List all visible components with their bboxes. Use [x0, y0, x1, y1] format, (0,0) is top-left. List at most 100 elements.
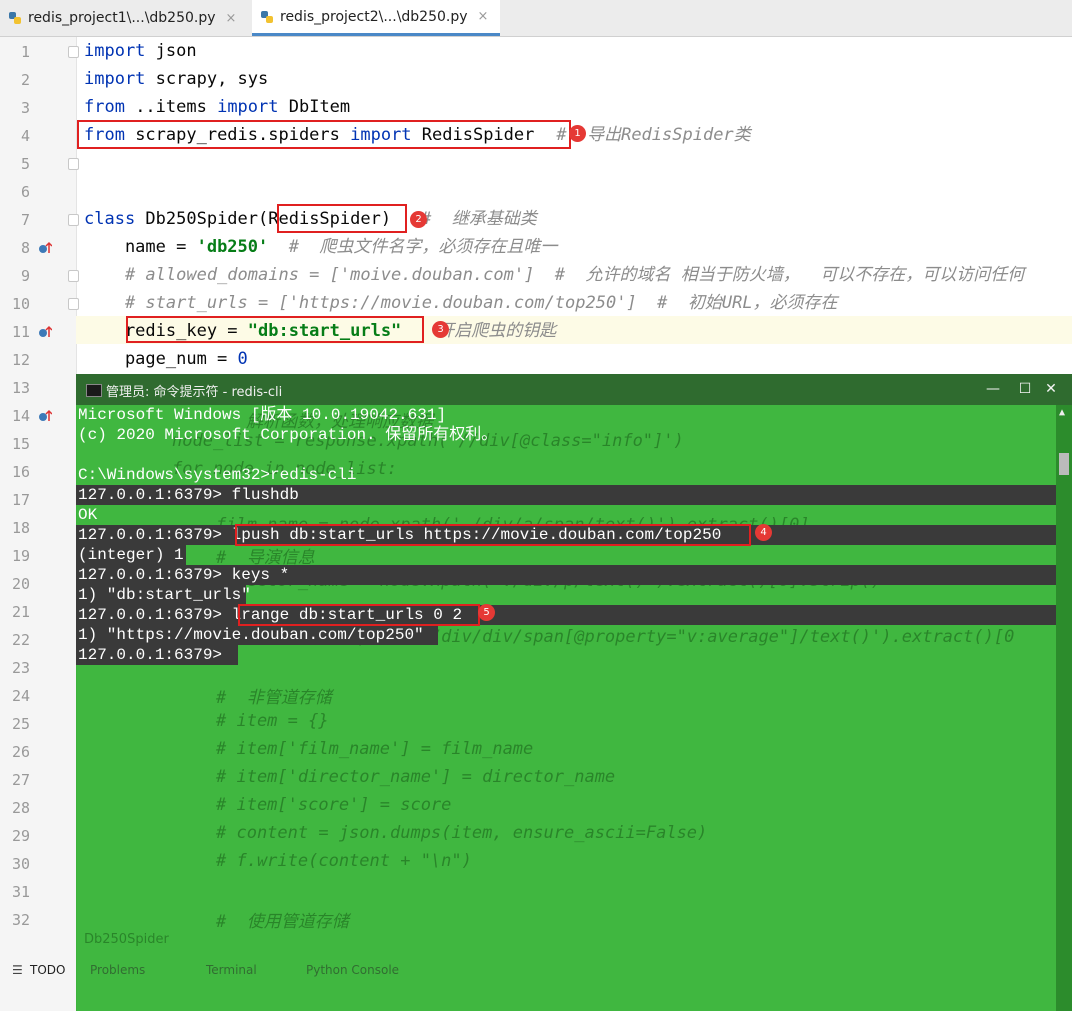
code-comment: # 爬虫文件名字，必须存在且唯一	[268, 237, 558, 257]
tab-redis-project2[interactable]: redis_project2\...\db250.py ×	[252, 0, 500, 36]
list-icon: ☰	[12, 963, 23, 977]
code-text: scrapy, sys	[145, 69, 269, 89]
code-line-2[interactable]: import scrapy, sys	[84, 65, 268, 93]
number-literal: 0	[237, 349, 248, 369]
todo-tab[interactable]: TODO	[30, 963, 65, 977]
line-number: 14	[11, 407, 30, 425]
minimize-button[interactable]: —	[976, 378, 1010, 400]
code-comment: 开启爬虫的钥匙	[437, 321, 557, 341]
line-number: 16	[11, 463, 30, 481]
code-text: DbItem	[278, 97, 351, 117]
code-text: page_num =	[84, 349, 238, 369]
line-number: 3	[20, 99, 30, 117]
line-number: 31	[11, 883, 30, 901]
terminal-line: C:\Windows\system32>redis-cli	[78, 466, 357, 484]
line-number: 7	[20, 211, 30, 229]
scrollbar-thumb[interactable]	[1059, 453, 1069, 475]
code-text: ..items	[124, 97, 218, 117]
ghost-code: # 非管道存储	[216, 688, 332, 708]
keyword: import	[217, 97, 279, 117]
code-text: name =	[84, 237, 197, 257]
keyword: from	[84, 97, 125, 117]
terminal-line: (c) 2020 Microsoft Corporation. 保留所有权利。	[78, 426, 498, 444]
cmd-terminal-window[interactable]: 管理员: 命令提示符 - redis-cli — ☐ ✕ 解析函数，处理响应数据…	[76, 374, 1072, 1011]
line-number-gutter: 1 2 3 4 5 6 7 8 9 10 11 12 13 14 15 16 1…	[0, 37, 79, 1011]
ghost-breadcrumb: Db250Spider	[84, 932, 169, 947]
keyword: class	[84, 209, 136, 229]
fold-icon[interactable]	[68, 214, 79, 226]
code-comment: # 继承基础类	[421, 209, 537, 229]
terminal-prompt[interactable]: 127.0.0.1:6379>	[78, 645, 222, 665]
code-line-10[interactable]: # start_urls = ['https://movie.douban.co…	[84, 289, 838, 317]
terminal-title: 管理员: 命令提示符 - redis-cli	[106, 385, 283, 400]
code-line-12[interactable]: page_num = 0	[84, 345, 248, 373]
terminal-scrollbar[interactable]: ▲	[1056, 405, 1072, 1011]
line-number: 25	[11, 715, 30, 733]
close-icon[interactable]: ×	[226, 11, 237, 26]
ghost-code: # content = json.dumps(item, ensure_asci…	[216, 823, 708, 843]
annotation-box	[126, 316, 424, 343]
code-text: json	[145, 41, 197, 61]
fold-icon[interactable]	[68, 46, 79, 58]
annotation-badge: 1	[569, 125, 586, 142]
line-number: 17	[11, 491, 30, 509]
fold-icon[interactable]	[68, 298, 79, 310]
code-comment: # start_urls = ['https://movie.douban.co…	[84, 293, 838, 313]
fold-icon[interactable]	[68, 270, 79, 282]
line-number: 11	[11, 323, 30, 341]
ghost-code: # item['director_name'] = director_name	[216, 767, 616, 787]
python-file-icon	[260, 10, 274, 24]
line-number: 32	[11, 911, 30, 929]
tab-label: redis_project2\...\db250.py	[280, 8, 468, 25]
bottom-tool-bar: ☰ TODO	[0, 955, 76, 985]
close-icon[interactable]: ×	[478, 9, 489, 24]
line-number: 9	[20, 267, 30, 285]
ghost-code: # item['score'] = score	[216, 795, 452, 815]
code-line-3[interactable]: from ..items import DbItem	[84, 93, 350, 121]
annotation-badge: 4	[755, 524, 772, 541]
terminal-line: (integer) 1	[78, 546, 184, 564]
line-number: 19	[11, 547, 30, 565]
annotation-box	[77, 120, 571, 149]
scroll-up-icon[interactable]: ▲	[1059, 407, 1065, 418]
annotation-badge: 3	[432, 321, 449, 338]
terminal-line: 127.0.0.1:6379> flushdb	[78, 486, 299, 504]
annotation-box	[277, 204, 407, 233]
line-number: 26	[11, 743, 30, 761]
terminal-line: 1) "db:start_urls"	[78, 586, 251, 604]
tab-label: redis_project1\...\db250.py	[28, 10, 216, 26]
line-number: 21	[11, 603, 30, 621]
code-line-9[interactable]: # allowed_domains = ['moive.douban.com']…	[84, 261, 1024, 289]
line-number: 30	[11, 855, 30, 873]
annotation-badge: 5	[478, 604, 495, 621]
code-text: Db250Spider(	[135, 209, 269, 229]
override-marker-icon[interactable]	[38, 325, 52, 339]
annotation-box	[238, 604, 480, 626]
keyword: import	[84, 41, 146, 61]
python-console-tab[interactable]: Python Console	[306, 963, 399, 977]
close-button[interactable]: ✕	[1034, 378, 1068, 400]
line-number: 8	[20, 239, 30, 257]
ghost-code: # 使用管道存储	[216, 912, 349, 932]
ghost-code: # item = {}	[216, 711, 329, 731]
line-number: 28	[11, 799, 30, 817]
problems-tab[interactable]: Problems	[90, 963, 145, 977]
code-line-8[interactable]: name = 'db250' # 爬虫文件名字，必须存在且唯一	[84, 233, 558, 261]
code-line-1[interactable]: import json	[84, 37, 197, 65]
terminal-tab[interactable]: Terminal	[206, 963, 257, 977]
line-number: 13	[11, 379, 30, 397]
override-marker-icon[interactable]	[38, 241, 52, 255]
line-number: 4	[20, 127, 30, 145]
line-number: 6	[20, 183, 30, 201]
ghost-code: # item['film_name'] = film_name	[216, 739, 534, 759]
keyword: import	[84, 69, 146, 89]
line-number: 1	[20, 43, 30, 61]
override-marker-icon[interactable]	[38, 409, 52, 423]
tab-redis-project1[interactable]: redis_project1\...\db250.py ×	[0, 0, 248, 36]
terminal-title-bar[interactable]: 管理员: 命令提示符 - redis-cli — ☐ ✕	[76, 374, 1072, 405]
terminal-line: 1) "https://movie.douban.com/top250"	[78, 626, 424, 644]
editor-tab-bar: redis_project1\...\db250.py × redis_proj…	[0, 0, 1072, 37]
line-number: 12	[11, 351, 30, 369]
fold-icon[interactable]	[68, 158, 79, 170]
line-number: 29	[11, 827, 30, 845]
